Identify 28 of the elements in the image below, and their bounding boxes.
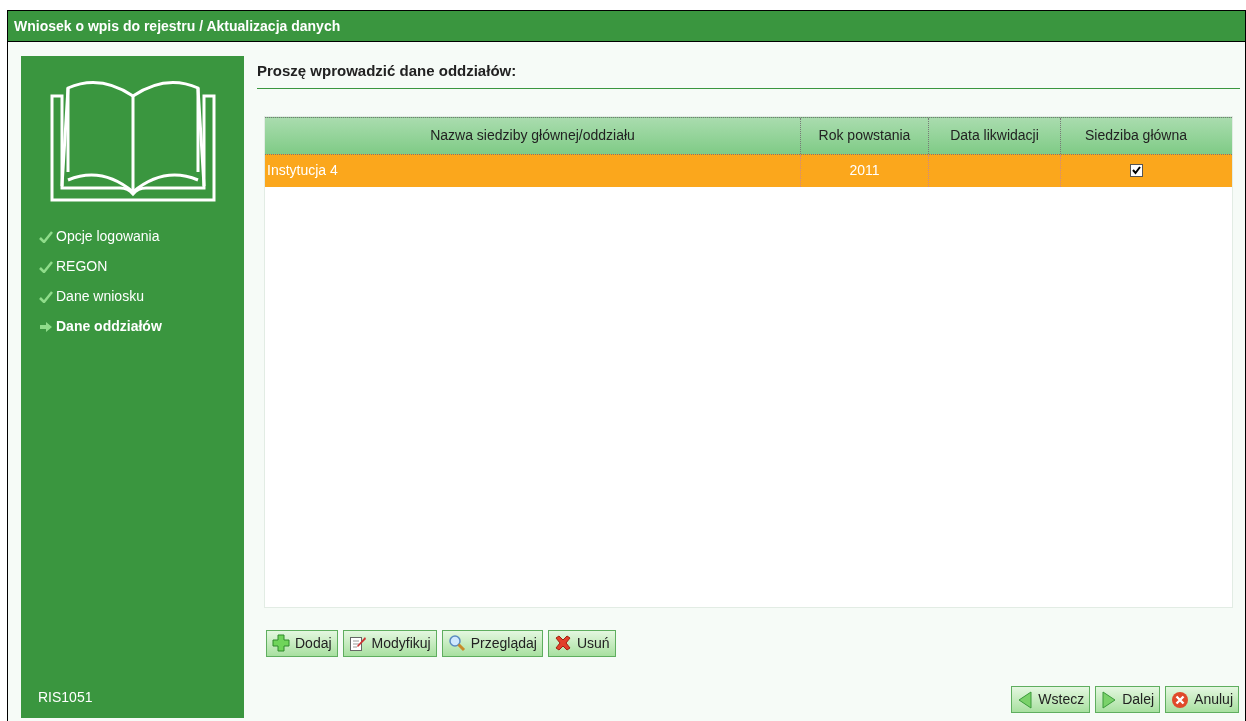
screen-code: RIS1051 xyxy=(37,688,94,707)
triangle-left-icon xyxy=(1017,690,1034,709)
view-button[interactable]: Przeglądaj xyxy=(441,629,543,657)
step-label: REGON xyxy=(56,257,108,276)
cancel-button[interactable]: Anuluj xyxy=(1165,686,1239,713)
next-button[interactable]: Dalej xyxy=(1095,686,1161,713)
plus-icon xyxy=(272,634,290,652)
table-cell-text: Instytucja 4 xyxy=(267,161,338,180)
edit-icon xyxy=(348,634,367,652)
column-header: Siedziba główna xyxy=(1060,117,1211,154)
cancel-icon xyxy=(1171,690,1190,709)
step-label: Opcje logowania xyxy=(56,227,160,246)
section-heading: Proszę wprowadzić dane oddziałów: xyxy=(257,60,1240,89)
add-button[interactable]: Dodaj xyxy=(266,629,338,657)
triangle-right-icon xyxy=(1101,690,1118,709)
window-title: Wniosek o wpis do rejestru / Aktualizacja danych xyxy=(8,11,1245,42)
step-label: Dane wniosku xyxy=(56,287,144,306)
magnifier-icon xyxy=(447,634,466,652)
column-header: Rok powstania xyxy=(800,117,928,154)
column-header: Nazwa siedziby głównej/oddziału xyxy=(429,126,636,145)
checkbox[interactable] xyxy=(1129,164,1143,177)
table-cell-text: 2011 xyxy=(849,161,880,180)
delete-button[interactable]: Usuń xyxy=(547,629,616,657)
column-header: Data likwidacji xyxy=(928,117,1060,154)
delete-cross-icon xyxy=(553,634,572,652)
step-label: Dane oddziałów xyxy=(56,317,162,336)
back-button[interactable]: Wstecz xyxy=(1011,686,1091,713)
edit-button[interactable]: Modyfikuj xyxy=(342,629,437,657)
